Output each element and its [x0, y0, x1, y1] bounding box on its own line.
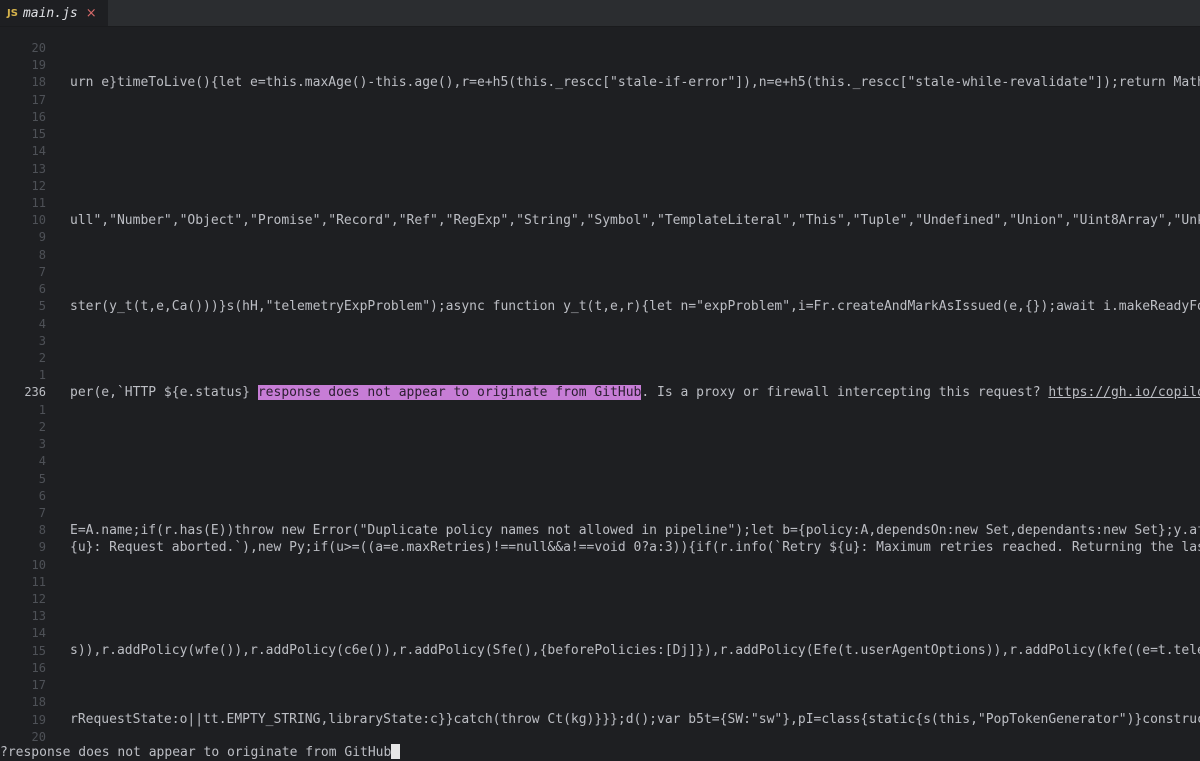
- line-number: 7: [38, 265, 46, 279]
- code-line: s)),r.addPolicy(wfe()),r.addPolicy(c6e()…: [70, 643, 1200, 658]
- search-prefix: ?: [0, 745, 8, 760]
- tab-main-js[interactable]: JS main.js ×: [0, 0, 108, 26]
- javascript-file-icon: JS: [7, 7, 18, 19]
- code-line: {u}: Request aborted.`),new Py;if(u>=((a…: [70, 540, 1200, 555]
- line-number: 12: [31, 179, 46, 193]
- line-number: 15: [31, 127, 46, 141]
- line-number: 5: [38, 472, 46, 486]
- code-text: per(e,`HTTP ${e.status}: [70, 385, 258, 400]
- line-number: 13: [31, 609, 46, 623]
- line-number: 11: [31, 575, 46, 589]
- line-number: 9: [38, 230, 46, 244]
- line-number: 1: [38, 368, 46, 382]
- text-cursor: [391, 744, 401, 759]
- line-number: 7: [38, 506, 46, 520]
- code-line: ull","Number","Object","Promise","Record…: [70, 213, 1200, 228]
- line-number: 12: [31, 592, 46, 606]
- code-text: . Is a proxy or firewall intercepting th…: [641, 385, 1049, 400]
- line-number: 10: [31, 558, 46, 572]
- code-line: rRequestState:o||tt.EMPTY_STRING,library…: [70, 712, 1200, 727]
- line-number: 15: [31, 644, 46, 658]
- line-number: 19: [31, 713, 46, 727]
- line-number: 17: [31, 93, 46, 107]
- line-number: 5: [38, 299, 46, 313]
- url-link[interactable]: https://gh.io/copilot: [1048, 385, 1200, 400]
- line-number: 4: [38, 317, 46, 331]
- line-number: 19: [31, 58, 46, 72]
- line-number: 16: [31, 661, 46, 675]
- line-number: 20: [31, 41, 46, 55]
- line-number: 2: [38, 351, 46, 365]
- line-number: 2: [38, 420, 46, 434]
- line-number: 1: [38, 403, 46, 417]
- tab-filename: main.js: [22, 5, 78, 21]
- line-number: 17: [31, 678, 46, 692]
- line-number: 16: [31, 110, 46, 124]
- search-query: response does not appear to originate fr…: [7, 745, 392, 760]
- line-number: 4: [38, 454, 46, 468]
- line-number: 6: [38, 489, 46, 503]
- code-line: ster(y_t(t,e,Ca()))}s(hH,"telemetryExpPr…: [70, 299, 1200, 314]
- tab-bar: JS main.js ×: [0, 0, 1200, 27]
- code-line: E=A.name;if(r.has(E))throw new Error("Du…: [70, 523, 1200, 538]
- line-number: 6: [38, 282, 46, 296]
- line-number: 8: [38, 248, 46, 262]
- line-number: 14: [31, 626, 46, 640]
- current-line-number: 236: [24, 385, 46, 399]
- code-line-current: per(e,`HTTP ${e.status} response does no…: [70, 384, 1200, 401]
- line-number: 13: [31, 162, 46, 176]
- line-number: 11: [31, 196, 46, 210]
- line-number: 8: [38, 523, 46, 537]
- line-number: 10: [31, 213, 46, 227]
- line-number: 9: [38, 540, 46, 554]
- line-number: 18: [31, 695, 46, 709]
- search-command-line[interactable]: ?response does not appear to originate f…: [0, 744, 1200, 760]
- line-number: 3: [38, 334, 46, 348]
- line-number: 14: [31, 144, 46, 158]
- line-number: 3: [38, 437, 46, 451]
- code-line: urn e}timeToLive(){let e=this.maxAge()-t…: [70, 75, 1200, 90]
- line-number: 18: [31, 75, 46, 89]
- close-icon[interactable]: ×: [86, 6, 97, 21]
- search-match-highlight: response does not appear to originate fr…: [257, 385, 642, 400]
